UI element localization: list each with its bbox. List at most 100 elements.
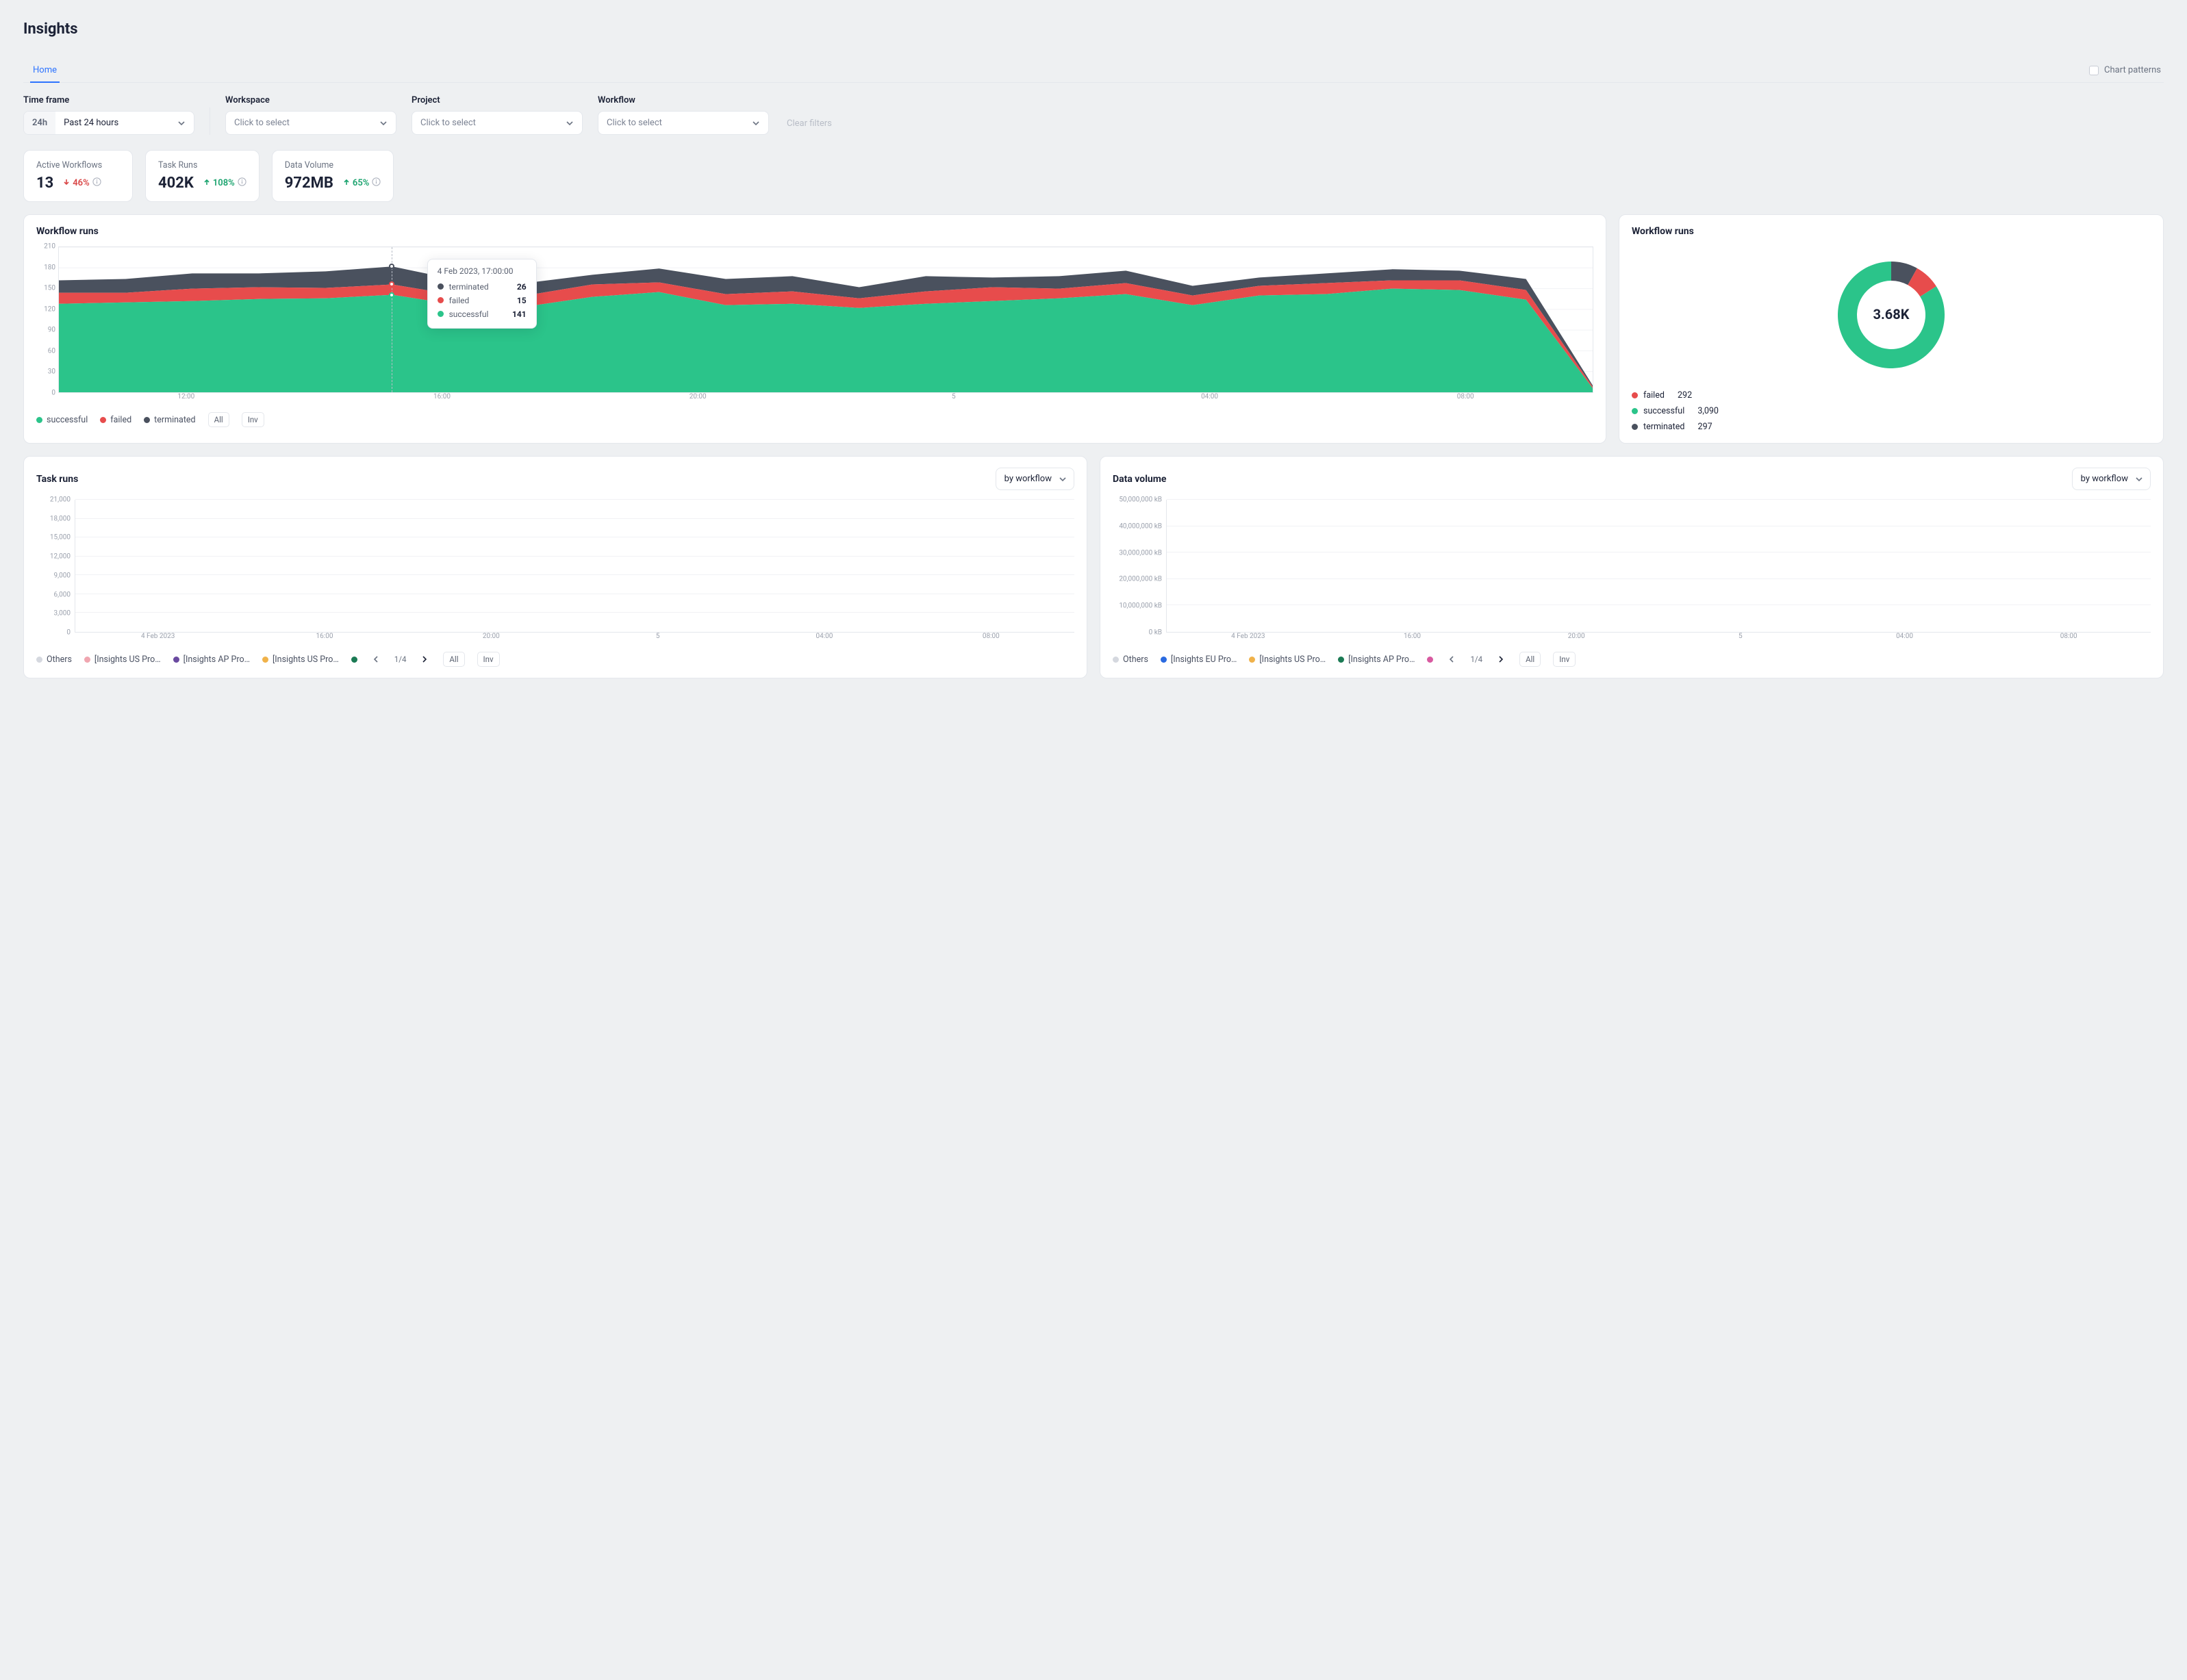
kpi-delta: 65% [343, 177, 381, 189]
x-axis: 4 Feb 202316:0020:00504:0008:00 [1166, 633, 2151, 644]
legend-others[interactable]: Others [1113, 654, 1148, 665]
tab-home[interactable]: Home [23, 58, 66, 82]
swatch-successful [438, 311, 444, 317]
y-axis: 03,0006,0009,00012,00015,00018,00021,000 [36, 500, 75, 633]
page-title: Insights [23, 21, 2164, 38]
filter-workflow: Workflow Click to select [598, 95, 769, 135]
legend-series-3[interactable]: [Insights AP Pro… [1338, 654, 1415, 665]
legend-successful[interactable]: successful [36, 415, 88, 425]
card-title: Data volume [1113, 474, 1166, 485]
data-volume-chart: 0 kB10,000,000 kB20,000,000 kB30,000,000… [1113, 500, 2151, 644]
donut-svg: 3.68K [1830, 253, 1953, 377]
kpi-row: Active Workflows 13 46% Task Runs 402K 1… [23, 150, 2164, 202]
legend-all-button[interactable]: All [208, 412, 229, 427]
x-axis: 4 Feb 202316:0020:00504:0008:00 [75, 633, 1074, 644]
filters-row: Time frame 24h Past 24 hours Workspace C… [23, 95, 2164, 135]
card-task-runs: Task runs by workflow 03,0006,0009,00012… [23, 456, 1087, 678]
legend-series-2[interactable]: [Insights US Pro… [1249, 654, 1326, 665]
info-icon[interactable] [238, 177, 246, 189]
legend-successful[interactable]: successful 3,090 [1632, 406, 2151, 416]
legend-page: 1/4 [1470, 654, 1482, 664]
area-legend: successful failed terminated All Inv [36, 412, 1593, 427]
legend-series-more[interactable] [351, 657, 357, 663]
legend-all-button[interactable]: All [1519, 652, 1541, 667]
task-runs-groupby-select[interactable]: by workflow [996, 468, 1074, 490]
legend-series-more[interactable] [1427, 657, 1433, 663]
checkbox-icon [2089, 66, 2099, 75]
tooltip-title: 4 Feb 2023, 17:00:00 [438, 266, 527, 276]
legend-next-button[interactable] [418, 653, 431, 665]
swatch-terminated [438, 283, 444, 290]
area-chart: 0306090120150180210 4 Feb 2023, 17:00:00… [36, 246, 1593, 404]
workspace-placeholder: Click to select [234, 118, 290, 128]
data-volume-groupby-select[interactable]: by workflow [2072, 468, 2151, 490]
legend-inv-button[interactable]: Inv [1553, 652, 1576, 667]
workflow-placeholder: Click to select [607, 118, 662, 128]
legend-others[interactable]: Others [36, 654, 72, 665]
legend-inv-button[interactable]: Inv [242, 412, 264, 427]
plot-region[interactable] [75, 500, 1074, 633]
legend-series-2[interactable]: [Insights AP Pro… [173, 654, 250, 665]
kpi-delta: 108% [203, 177, 246, 189]
row-bar-charts: Task runs by workflow 03,0006,0009,00012… [23, 456, 2164, 678]
kpi-active-workflows: Active Workflows 13 46% [23, 150, 133, 202]
card-workflow-runs-area: Workflow runs 0306090120150180210 4 Feb … [23, 214, 1606, 444]
chart-patterns-toggle[interactable]: Chart patterns [2089, 65, 2164, 75]
plot-region[interactable] [1166, 500, 2151, 633]
kpi-label: Data Volume [285, 160, 381, 170]
hover-dot-successful [389, 292, 394, 298]
kpi-delta: 46% [63, 177, 101, 189]
filter-label-time-frame: Time frame [23, 95, 194, 105]
info-icon[interactable] [92, 177, 101, 189]
y-axis: 0 kB10,000,000 kB20,000,000 kB30,000,000… [1113, 500, 1166, 633]
info-icon[interactable] [372, 177, 381, 189]
chart-tooltip: 4 Feb 2023, 17:00:00 terminated 26 faile… [427, 259, 537, 329]
chevron-down-icon [177, 119, 186, 127]
filter-project: Project Click to select [412, 95, 583, 135]
y-axis: 0306090120150180210 [36, 246, 58, 393]
legend-terminated[interactable]: terminated [144, 415, 195, 425]
workflow-select[interactable]: Click to select [598, 111, 769, 135]
kpi-label: Active Workflows [36, 160, 120, 170]
kpi-value: 13 [36, 175, 53, 192]
hover-dot-terminated [389, 264, 394, 269]
legend-prev-button[interactable] [1445, 653, 1458, 665]
kpi-value: 972MB [285, 175, 333, 192]
chevron-down-icon [1059, 475, 1067, 483]
x-axis: 12:0016:0020:00504:0008:00 [58, 393, 1593, 404]
workspace-select[interactable]: Click to select [225, 111, 396, 135]
card-title: Task runs [36, 474, 78, 485]
time-frame-select[interactable]: 24h Past 24 hours [23, 111, 194, 135]
row-workflow-runs: Workflow runs 0306090120150180210 4 Feb … [23, 214, 2164, 444]
legend-failed[interactable]: failed [100, 415, 131, 425]
kpi-data-volume: Data Volume 972MB 65% [272, 150, 394, 202]
arrow-up-icon [343, 178, 350, 188]
filter-label-workflow: Workflow [598, 95, 769, 105]
card-title: Workflow runs [36, 226, 1593, 237]
legend-terminated[interactable]: terminated 297 [1632, 422, 2151, 432]
legend-inv-button[interactable]: Inv [477, 652, 500, 667]
legend-all-button[interactable]: All [443, 652, 464, 667]
kpi-label: Task Runs [158, 160, 246, 170]
chevron-down-icon [566, 119, 574, 127]
donut-legend: failed 292 successful 3,090 terminated 2… [1632, 390, 2151, 432]
arrow-down-icon [63, 178, 70, 188]
project-placeholder: Click to select [420, 118, 476, 128]
tabs-bar: Home Chart patterns [23, 58, 2164, 83]
legend-series-3[interactable]: [Insights US Pro… [262, 654, 339, 665]
filter-time-frame: Time frame 24h Past 24 hours [23, 95, 194, 135]
filter-label-workspace: Workspace [225, 95, 396, 105]
legend-series-1[interactable]: [Insights EU Pro… [1161, 654, 1237, 665]
legend-prev-button[interactable] [370, 653, 382, 665]
arrow-up-icon [203, 178, 210, 188]
legend-failed[interactable]: failed 292 [1632, 390, 2151, 400]
legend-series-1[interactable]: [Insights US Pro… [84, 654, 161, 665]
project-select[interactable]: Click to select [412, 111, 583, 135]
plot-region[interactable]: 4 Feb 2023, 17:00:00 terminated 26 faile… [58, 246, 1593, 393]
clear-filters-button[interactable]: Clear filters [784, 112, 835, 135]
chevron-down-icon [379, 119, 388, 127]
task-runs-chart: 03,0006,0009,00012,00015,00018,00021,000… [36, 500, 1074, 644]
chart-patterns-label: Chart patterns [2104, 65, 2161, 75]
time-frame-badge: 24h [24, 112, 55, 134]
legend-next-button[interactable] [1495, 653, 1507, 665]
